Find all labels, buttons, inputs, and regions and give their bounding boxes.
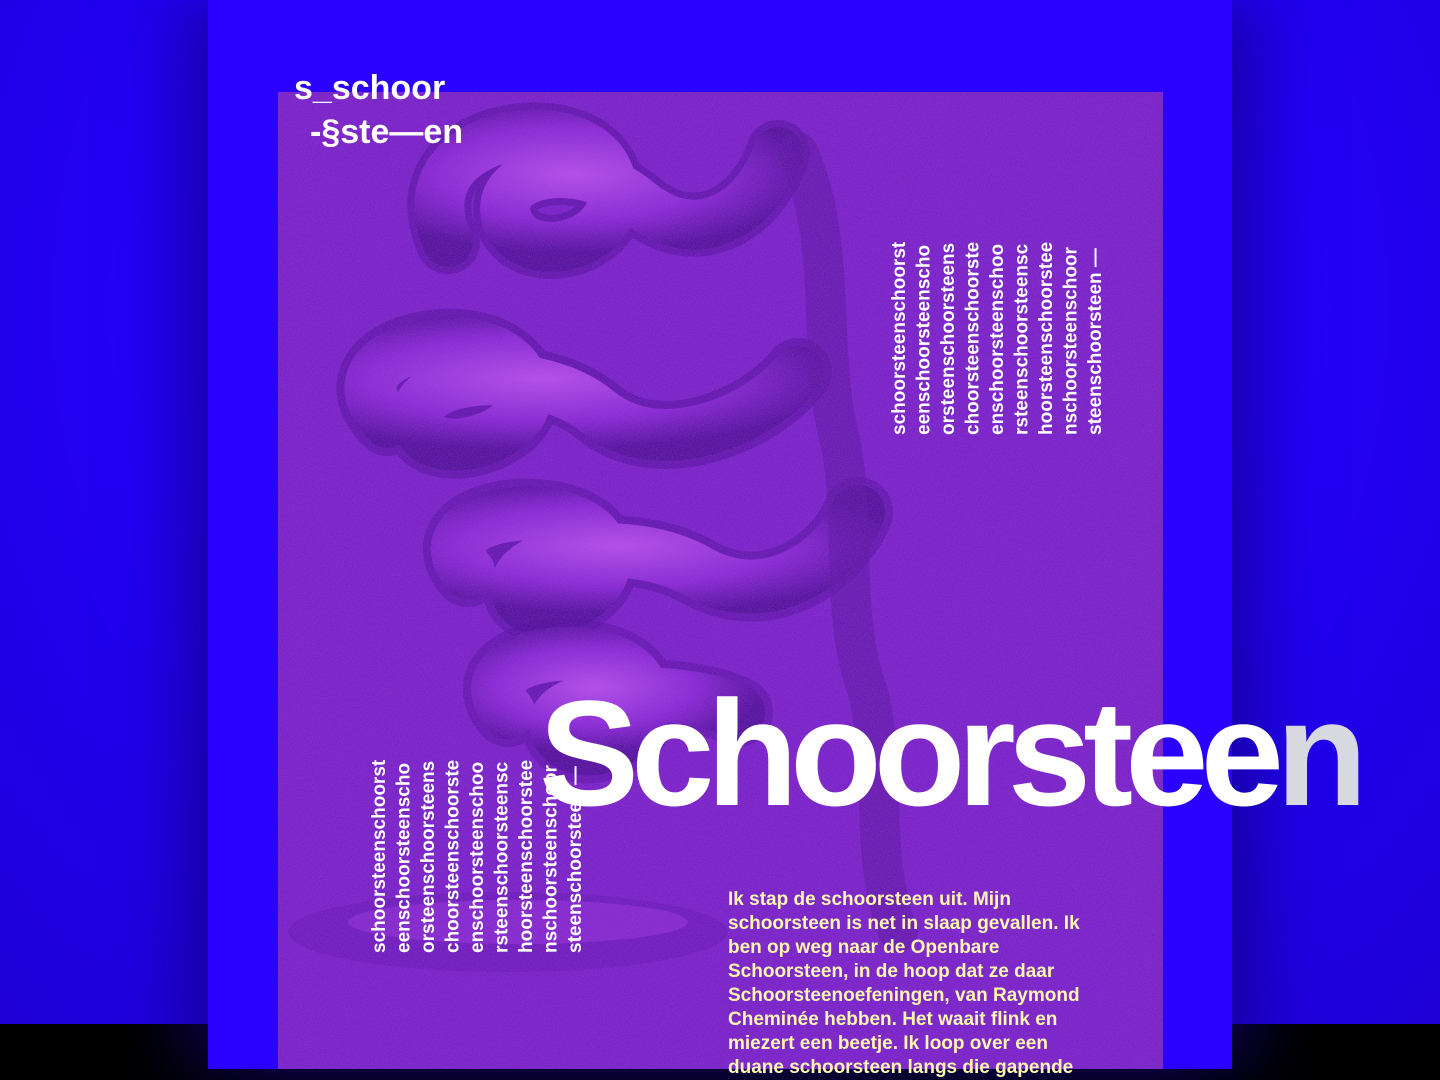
- title-line-2: -§ste—en: [310, 113, 464, 151]
- vertical-line: rsteenschoorsteensc: [491, 761, 513, 953]
- vertical-line: schoorsteenschoorst: [369, 759, 390, 953]
- vertical-line: eenschoorsteenscho: [913, 244, 935, 435]
- vertical-line: choorsteenschoorste: [442, 759, 464, 953]
- poster-title: s_schoor -§ste—en: [294, 66, 463, 154]
- poster: s_schoor -§ste—en schoorsteenschoorst ee…: [208, 0, 1368, 1078]
- vertical-line: enschoorsteenschoo: [467, 761, 488, 953]
- vertical-line: nschoorsteenschoor: [1060, 247, 1082, 435]
- vertical-line: eenschoorsteenscho: [393, 762, 415, 953]
- title-line-1: s_schoor: [294, 69, 446, 107]
- vertical-line: choorsteenschoorste: [962, 241, 984, 435]
- vertical-line: hoorsteenschoorstee: [516, 759, 537, 953]
- vertical-line: orsteenschoorsteens: [938, 242, 959, 435]
- headline-tail: n: [1275, 669, 1368, 837]
- vertical-line: hoorsteenschoorstee: [1036, 241, 1057, 435]
- vertical-line: schoorsteenschoorst: [889, 241, 910, 435]
- vertical-text-top: schoorsteenschoorst eenschoorsteenscho o…: [888, 230, 1109, 435]
- vertical-line: enschoorsteenschoo: [987, 243, 1008, 435]
- vertical-line: orsteenschoorsteens: [418, 760, 439, 953]
- vertical-line: steenschoorsteen —: [1085, 248, 1106, 435]
- body-paragraph: Ik stap de schoorsteen uit. Mijn schoors…: [728, 889, 1080, 1078]
- vertical-line: rsteenschoorsteensc: [1011, 243, 1033, 435]
- headline: Schoorsteen: [539, 668, 1368, 838]
- headline-main: Schoorstee: [539, 669, 1284, 837]
